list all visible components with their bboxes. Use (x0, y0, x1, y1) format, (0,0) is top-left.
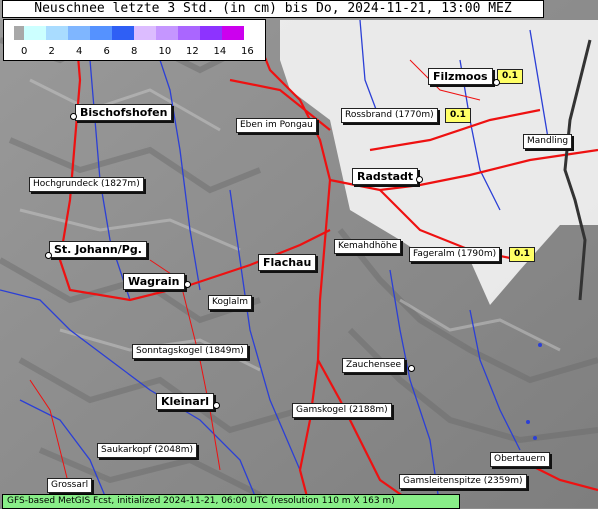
label-bischofshofen: Bischofshofen (75, 104, 173, 121)
label-filzmoos: Filzmoos (428, 68, 493, 85)
marker-bischofshofen (70, 113, 77, 120)
legend-swatch (178, 26, 200, 40)
label-rossbrand: Rossbrand (1770m) (341, 108, 438, 123)
legend-tick: 16 (241, 46, 254, 57)
legend-tick: 12 (186, 46, 199, 57)
legend-swatch (112, 26, 134, 40)
legend-tick: 14 (213, 46, 227, 57)
label-kleinarl: Kleinarl (156, 393, 214, 410)
legend: 0 2 4 6 8 10 12 14 16 (3, 19, 266, 61)
marker-radstadt (416, 176, 423, 183)
value-filzmoos: 0.1 (497, 69, 523, 84)
value-fageralm: 0.1 (509, 247, 535, 262)
marker-filzmoos (493, 79, 500, 86)
label-eben: Eben im Pongau (236, 118, 317, 133)
label-flachau: Flachau (258, 254, 317, 271)
legend-swatch (222, 26, 244, 40)
label-zauchensee: Zauchensee (342, 358, 406, 373)
label-stjohann: St. Johann/Pg. (49, 241, 147, 258)
legend-swatch (200, 26, 222, 40)
label-grossarl: Grossarl (47, 478, 93, 493)
legend-swatch (68, 26, 90, 40)
legend-tick: 4 (76, 46, 83, 57)
footer-info: GFS-based MetGIS Fcst, initialized 2024-… (2, 494, 460, 509)
label-sonntagskogel: Sonntagskogel (1849m) (132, 344, 248, 359)
label-obertauern: Obertauern (490, 452, 550, 467)
marker-zauchensee (408, 365, 415, 372)
legend-swatch (14, 26, 24, 40)
marker-stjohann (45, 252, 52, 259)
legend-tick: 6 (103, 46, 110, 57)
label-wagrain: Wagrain (123, 273, 185, 290)
value-rossbrand: 0.1 (445, 108, 471, 123)
marker-kleinarl (213, 402, 220, 409)
legend-swatch (46, 26, 68, 40)
label-saukarkopf: Saukarkopf (2048m) (97, 443, 198, 458)
legend-tick: 8 (131, 46, 138, 57)
label-gamskogel: Gamskogel (2188m) (292, 403, 392, 418)
legend-swatch (24, 26, 46, 40)
legend-swatch (134, 26, 156, 40)
label-gamsleitenspitze: Gamsleitenspitze (2359m) (399, 474, 527, 489)
label-fageralm: Fageralm (1790m) (409, 247, 501, 262)
legend-swatch (90, 26, 112, 40)
label-hochgrundeck: Hochgrundeck (1827m) (29, 177, 144, 192)
label-mandling: Mandling (523, 134, 573, 149)
legend-tick: 0 (21, 46, 28, 57)
legend-swatch (156, 26, 178, 40)
marker-wagrain (184, 281, 191, 288)
legend-tick: 10 (158, 46, 172, 57)
label-koglalm: Koglalm (208, 295, 252, 310)
label-kemahdhoehe: Kemahdhöhe (334, 239, 402, 254)
map-title: Neuschnee letzte 3 Std. (in cm) bis Do, … (2, 0, 544, 18)
label-radstadt: Radstadt (352, 168, 419, 185)
legend-tick: 2 (48, 46, 55, 57)
